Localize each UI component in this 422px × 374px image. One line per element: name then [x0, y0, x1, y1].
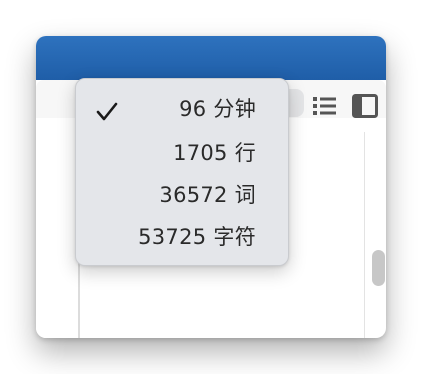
menu-item-characters[interactable]: 53725 字符 [76, 219, 288, 255]
stats-dropdown-menu: 96 分钟 1705 行 36572 词 53725 字符 [75, 78, 289, 266]
screen: 96 分钟 1705 行 36572 词 53725 字符 [0, 0, 422, 374]
checkmark-icon [96, 102, 118, 121]
menu-item-minutes[interactable]: 96 分钟 [76, 91, 288, 127]
sidebar-panel-icon[interactable] [352, 94, 378, 118]
menu-item-label: 96 分钟 [179, 97, 256, 121]
left-sidebar [36, 118, 80, 338]
menu-item-label: 1705 行 [173, 141, 256, 165]
scrollbar-thumb[interactable] [372, 250, 385, 286]
menu-item-label: 53725 字符 [138, 225, 256, 249]
menu-item-words[interactable]: 36572 词 [76, 177, 288, 213]
menu-item-label: 36572 词 [159, 183, 256, 207]
title-bar [36, 36, 386, 80]
divider [364, 132, 365, 338]
menu-item-lines[interactable]: 1705 行 [76, 135, 288, 171]
list-icon[interactable] [312, 96, 338, 116]
